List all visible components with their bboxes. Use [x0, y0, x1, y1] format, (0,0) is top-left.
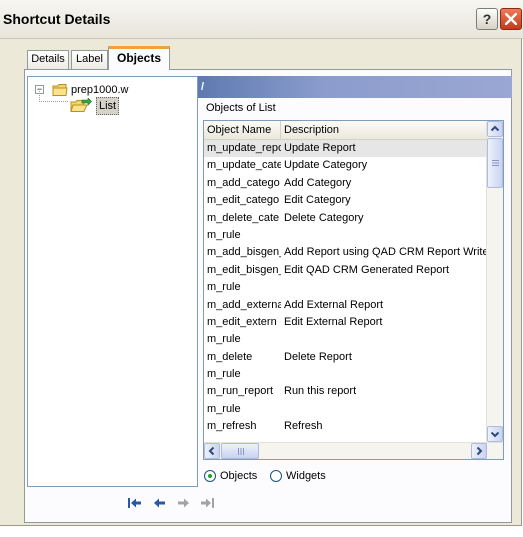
cell-description: Delete Report	[284, 350, 352, 363]
table-row[interactable]: m_edit_extern Edit External Report	[204, 314, 489, 331]
tab-objects[interactable]: Objects	[108, 46, 170, 70]
table-row[interactable]: m_update_cate Update Category	[204, 157, 489, 174]
close-button[interactable]	[500, 8, 522, 30]
tab-details[interactable]: Details	[27, 50, 69, 69]
shortcut-tree: − prep1000.w List	[27, 76, 198, 487]
scroll-right-button[interactable]	[471, 443, 487, 459]
cell-object-name: m_delete_cate	[207, 211, 280, 224]
cell-object-name: m_rule	[207, 281, 241, 294]
grip-icon	[238, 448, 244, 455]
cell-description: Add Category	[284, 176, 352, 189]
cell-object-name: m_add_bisgen_	[207, 246, 281, 259]
vertical-scrollbar[interactable]	[486, 121, 503, 443]
cell-description: Add External Report	[284, 298, 384, 311]
arrow-left-icon	[208, 446, 215, 456]
table-row[interactable]: m_run_report Run this report	[204, 383, 489, 400]
tree-node-root-label: prep1000.w	[71, 84, 129, 96]
table-row[interactable]: m_delete_cate Delete Category	[204, 210, 489, 227]
table-row[interactable]: m_rule	[204, 279, 489, 296]
arrow-up-icon	[490, 125, 500, 132]
tab-label[interactable]: Label	[71, 50, 108, 69]
cell-object-name: m_edit_catego	[207, 194, 280, 207]
cell-object-name: m_add_externa	[207, 298, 281, 311]
first-record-icon[interactable]	[127, 496, 143, 510]
table-row[interactable]: m_rule	[204, 401, 489, 418]
last-record-icon[interactable]	[199, 496, 215, 510]
cell-object-name: m_update_repo	[207, 142, 281, 154]
shortcut-details-window: Shortcut Details ? Details Label Objects…	[0, 0, 523, 526]
objects-list-title: Objects of List	[206, 102, 276, 114]
cell-object-name: m_edit_bisgen_	[207, 263, 281, 276]
cell-description: Update Category	[284, 159, 368, 172]
close-icon	[505, 13, 517, 25]
cell-description: Delete Category	[284, 211, 364, 224]
objects-header-band: /	[198, 76, 512, 98]
table-row[interactable]: m_add_externa Add External Report	[204, 297, 489, 314]
table-row[interactable]: m_update_repo Update Report	[204, 140, 489, 158]
open-folder-arrow-icon	[70, 98, 92, 112]
tree-node-list-label: List	[96, 97, 120, 115]
cell-description: Run this report	[284, 385, 357, 398]
horizontal-scroll-thumb[interactable]	[221, 443, 259, 459]
cell-object-name: m_rule	[207, 333, 241, 346]
scroll-up-button[interactable]	[487, 121, 503, 137]
table-row[interactable]: m_edit_catego Edit Category	[204, 192, 489, 209]
vertical-scroll-thumb[interactable]	[487, 138, 503, 188]
radio-objects-label: Objects	[220, 470, 258, 482]
cell-object-name: m_edit_extern	[207, 315, 277, 328]
table-row[interactable]: m_rule	[204, 366, 489, 383]
cell-description: Add Report using QAD CRM Report Writer	[284, 246, 489, 259]
column-header-object-name[interactable]: Object Name	[204, 121, 281, 139]
prev-record-icon[interactable]	[152, 496, 168, 510]
grid-rows: m_update_repo Update Report m_update_cate U…	[204, 140, 489, 436]
cell-object-name: m_rule	[207, 368, 241, 381]
cell-object-name: m_update_cate	[207, 159, 281, 172]
arrow-right-icon	[476, 446, 483, 456]
column-header-description[interactable]: Description	[281, 121, 489, 139]
scroll-left-button[interactable]	[204, 443, 220, 459]
cell-object-name: m_run_report	[207, 385, 274, 398]
objects-grid: Object Name Description m_update_repo Upd…	[203, 120, 504, 460]
cell-object-name: m_rule	[207, 402, 241, 415]
table-row[interactable]: m_rule	[204, 227, 489, 244]
arrow-down-icon	[490, 431, 500, 438]
table-row[interactable]: m_delete Delete Report	[204, 349, 489, 366]
table-row[interactable]: m_rule	[204, 331, 489, 348]
table-row[interactable]: m_refresh Refresh	[204, 418, 489, 435]
horizontal-scrollbar[interactable]	[204, 442, 503, 459]
grip-icon	[492, 160, 499, 166]
title-bar: Shortcut Details ?	[0, 0, 523, 39]
help-button[interactable]: ?	[476, 8, 498, 30]
cell-object-name: m_refresh	[207, 420, 257, 433]
radio-widgets-indicator[interactable]	[270, 470, 282, 482]
cell-description: Update Report	[284, 142, 356, 154]
cell-description: Refresh	[284, 420, 323, 433]
grid-header: Object Name Description	[204, 121, 489, 140]
radio-objects-indicator[interactable]	[204, 470, 216, 482]
cell-object-name: m_add_catego	[207, 176, 280, 189]
cell-object-name: m_rule	[207, 228, 241, 241]
cell-description: Edit QAD CRM Generated Report	[284, 263, 450, 276]
next-record-icon[interactable]	[175, 496, 191, 510]
table-row[interactable]: m_add_catego Add Category	[204, 175, 489, 192]
table-row[interactable]: m_add_bisgen_ Add Report using QAD CRM Re…	[204, 244, 489, 261]
cell-description: Edit External Report	[284, 315, 383, 328]
radio-widgets-label: Widgets	[286, 470, 326, 482]
cell-description: Edit Category	[284, 194, 351, 207]
cell-object-name: m_delete	[207, 350, 253, 363]
window-title: Shortcut Details	[3, 11, 111, 27]
scroll-down-button[interactable]	[487, 426, 503, 442]
table-row[interactable]: m_edit_bisgen_ Edit QAD CRM Generated Rep…	[204, 262, 489, 279]
